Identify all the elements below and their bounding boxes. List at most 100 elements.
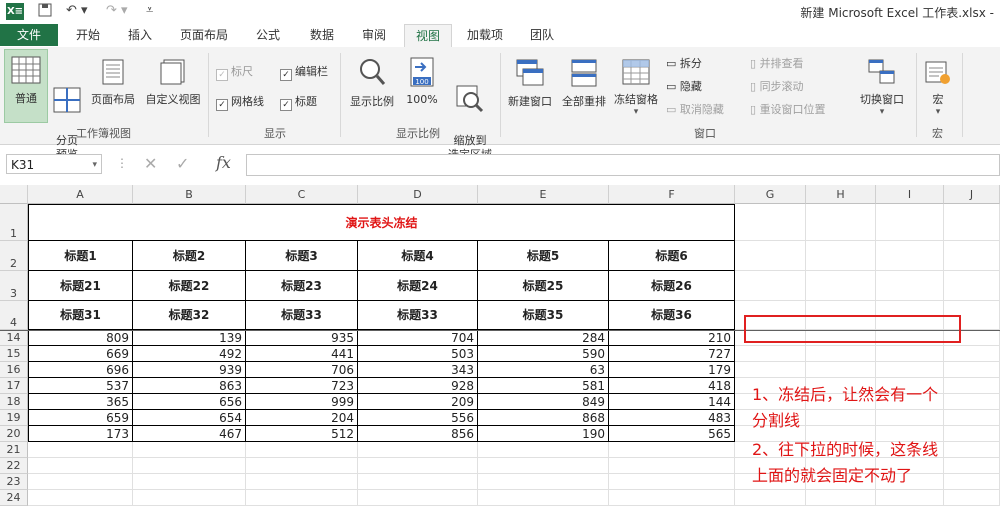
cell[interactable]: [944, 490, 1000, 506]
row-header-22[interactable]: 22: [0, 458, 28, 474]
cell[interactable]: [735, 204, 806, 241]
hide-button[interactable]: ▭ 隐藏: [666, 78, 702, 94]
row-header-18[interactable]: 18: [0, 394, 28, 410]
cell[interactable]: [735, 346, 806, 362]
cell[interactable]: [876, 410, 944, 426]
customize-qat-icon[interactable]: ⩡: [146, 3, 153, 18]
row-header-23[interactable]: 23: [0, 474, 28, 490]
data-cell[interactable]: 365: [28, 394, 133, 410]
switch-windows-button[interactable]: 切换窗口 ▾: [852, 51, 912, 117]
header-cell[interactable]: 标题26: [609, 271, 735, 301]
cell[interactable]: [478, 442, 609, 458]
column-header-e[interactable]: E: [478, 185, 609, 204]
data-cell[interactable]: 659: [28, 410, 133, 426]
page-layout-view-button[interactable]: 页面布局: [86, 51, 140, 107]
header-cell[interactable]: 标题1: [28, 241, 133, 271]
cell[interactable]: [246, 490, 358, 506]
row-header-14[interactable]: 14: [0, 330, 28, 346]
column-header-j[interactable]: J: [944, 185, 1000, 204]
data-cell[interactable]: 492: [133, 346, 246, 362]
data-cell[interactable]: 727: [609, 346, 735, 362]
data-cell[interactable]: 204: [246, 410, 358, 426]
cell[interactable]: [944, 241, 1000, 271]
data-cell[interactable]: 179: [609, 362, 735, 378]
header-cell[interactable]: 标题4: [358, 241, 478, 271]
data-cell[interactable]: 63: [478, 362, 609, 378]
cell[interactable]: [944, 204, 1000, 241]
data-cell[interactable]: 656: [133, 394, 246, 410]
insert-function-icon[interactable]: fx: [216, 153, 231, 172]
headings-checkbox[interactable]: ✓ 标题: [280, 93, 317, 111]
tab-addins[interactable]: 加载项: [460, 24, 510, 46]
cell[interactable]: [246, 458, 358, 474]
cell[interactable]: [876, 204, 944, 241]
cell[interactable]: [735, 241, 806, 271]
header-cell[interactable]: 标题21: [28, 271, 133, 301]
column-header-c[interactable]: C: [246, 185, 358, 204]
data-cell[interactable]: 856: [358, 426, 478, 442]
header-cell[interactable]: 标题23: [246, 271, 358, 301]
formula-bar-checkbox[interactable]: ✓ 编辑栏: [280, 63, 328, 81]
cell[interactable]: [806, 241, 876, 271]
cell[interactable]: [358, 458, 478, 474]
zoom-to-selection-button[interactable]: 缩放到 选定区域: [444, 51, 496, 162]
custom-views-button[interactable]: 自定义视图: [142, 51, 204, 107]
cell[interactable]: [876, 241, 944, 271]
cell[interactable]: [478, 474, 609, 490]
header-cell[interactable]: 标题31: [28, 301, 133, 330]
unhide-button[interactable]: ▭ 取消隐藏: [666, 101, 724, 117]
cell[interactable]: [133, 490, 246, 506]
header-cell[interactable]: 标题33: [246, 301, 358, 330]
cell[interactable]: [806, 204, 876, 241]
redo-icon[interactable]: ↷ ▾: [106, 3, 128, 18]
column-header-b[interactable]: B: [133, 185, 246, 204]
zoom-100-button[interactable]: 100 100%: [402, 51, 442, 106]
cell[interactable]: [133, 458, 246, 474]
header-cell[interactable]: 标题32: [133, 301, 246, 330]
header-cell[interactable]: 标题2: [133, 241, 246, 271]
undo-icon[interactable]: ↶ ▾: [66, 3, 88, 18]
cell[interactable]: [478, 458, 609, 474]
cell[interactable]: [735, 362, 806, 378]
cell[interactable]: [735, 271, 806, 301]
cell[interactable]: [806, 271, 876, 301]
data-cell[interactable]: 669: [28, 346, 133, 362]
cell[interactable]: [609, 474, 735, 490]
cell[interactable]: [806, 362, 876, 378]
cell[interactable]: [358, 490, 478, 506]
header-cell[interactable]: 标题33: [358, 301, 478, 330]
data-cell[interactable]: 284: [478, 330, 609, 346]
header-cell[interactable]: 标题22: [133, 271, 246, 301]
data-cell[interactable]: 723: [246, 378, 358, 394]
row-header-2[interactable]: 2: [0, 241, 28, 271]
cell[interactable]: [944, 474, 1000, 490]
sync-scroll-button[interactable]: ▯ 同步滚动: [750, 78, 804, 94]
column-header-h[interactable]: H: [806, 185, 876, 204]
header-cell[interactable]: 标题6: [609, 241, 735, 271]
data-cell[interactable]: 441: [246, 346, 358, 362]
tab-page-layout[interactable]: 页面布局: [172, 24, 236, 46]
cell[interactable]: [735, 490, 806, 506]
data-cell[interactable]: 173: [28, 426, 133, 442]
name-box-dropdown-icon[interactable]: ▾: [92, 155, 97, 175]
tab-team[interactable]: 团队: [520, 24, 564, 46]
cell[interactable]: [609, 442, 735, 458]
data-cell[interactable]: 863: [133, 378, 246, 394]
cell[interactable]: [609, 458, 735, 474]
cell[interactable]: [876, 271, 944, 301]
tab-home[interactable]: 开始: [68, 24, 108, 46]
cell[interactable]: [944, 394, 1000, 410]
data-cell[interactable]: 849: [478, 394, 609, 410]
cell[interactable]: [358, 474, 478, 490]
row-header-1[interactable]: 1: [0, 204, 28, 241]
data-cell[interactable]: 210: [609, 330, 735, 346]
column-header-i[interactable]: I: [876, 185, 944, 204]
cell[interactable]: [28, 442, 133, 458]
cell[interactable]: [944, 458, 1000, 474]
cell[interactable]: [944, 346, 1000, 362]
cell[interactable]: [876, 346, 944, 362]
cell[interactable]: [944, 442, 1000, 458]
zoom-button[interactable]: 显示比例: [346, 51, 398, 109]
data-cell[interactable]: 209: [358, 394, 478, 410]
enter-icon[interactable]: ✓: [176, 154, 189, 173]
